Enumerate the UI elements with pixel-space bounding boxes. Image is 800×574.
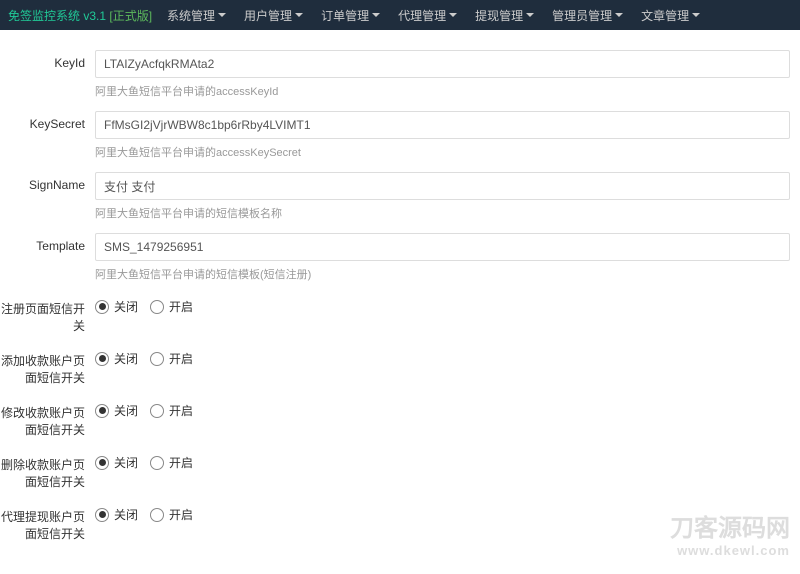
radio-icon (95, 300, 109, 314)
radio-icon (150, 300, 164, 314)
chevron-down-icon (526, 13, 534, 17)
navbar-brand: 免签监控系统 v3.1 [正式版] (8, 7, 152, 24)
brand-text: 免签监控系统 v3.1 (8, 9, 109, 23)
label-add-account-sms: 添加收款账户页面短信开关 (0, 346, 95, 386)
radio-modify-off[interactable]: 关闭 (95, 402, 138, 419)
help-signname: 阿里大鱼短信平台申请的短信模板名称 (95, 205, 790, 221)
nav-withdraw-manage[interactable]: 提现管理 (475, 7, 534, 24)
watermark-url: www.dkewl.com (670, 543, 790, 559)
form-group-keysecret: KeySecret 阿里大鱼短信平台申请的accessKeySecret (0, 111, 800, 160)
input-keyid[interactable] (95, 50, 790, 78)
radio-icon (150, 508, 164, 522)
chevron-down-icon (295, 13, 303, 17)
label-delete-account-sms: 删除收款账户页面短信开关 (0, 450, 95, 490)
radio-icon (150, 456, 164, 470)
watermark: 刀客源码网 www.dkewl.com (670, 515, 790, 559)
watermark-text: 刀客源码网 (670, 515, 790, 544)
radio-add-off[interactable]: 关闭 (95, 350, 138, 367)
nav-agent-manage[interactable]: 代理管理 (398, 7, 457, 24)
nav-admin-manage[interactable]: 管理员管理 (552, 7, 623, 24)
radio-icon (95, 456, 109, 470)
radio-delete-on[interactable]: 开启 (150, 454, 193, 471)
radio-delete-off[interactable]: 关闭 (95, 454, 138, 471)
label-signname: SignName (0, 172, 95, 192)
radio-register-off[interactable]: 关闭 (95, 298, 138, 315)
nav-user-manage[interactable]: 用户管理 (244, 7, 303, 24)
label-modify-account-sms: 修改收款账户页面短信开关 (0, 398, 95, 438)
label-agent-withdraw-sms: 代理提现账户页面短信开关 (0, 502, 95, 542)
form-group-delete-account-sms: 删除收款账户页面短信开关 关闭 开启 (0, 450, 800, 490)
navbar: 免签监控系统 v3.1 [正式版] 系统管理 用户管理 订单管理 代理管理 提现… (0, 0, 800, 30)
nav-order-manage[interactable]: 订单管理 (321, 7, 380, 24)
chevron-down-icon (372, 13, 380, 17)
radio-icon (95, 508, 109, 522)
radio-group-modify-account-sms: 关闭 开启 (95, 398, 790, 419)
label-keysecret: KeySecret (0, 111, 95, 131)
radio-agent-off[interactable]: 关闭 (95, 506, 138, 523)
form-content: KeyId 阿里大鱼短信平台申请的accessKeyId KeySecret 阿… (0, 30, 800, 574)
form-group-register-sms: 注册页面短信开关 关闭 开启 (0, 294, 800, 334)
chevron-down-icon (692, 13, 700, 17)
input-template[interactable] (95, 233, 790, 261)
chevron-down-icon (449, 13, 457, 17)
help-template: 阿里大鱼短信平台申请的短信模板(短信注册) (95, 266, 790, 282)
radio-icon (95, 352, 109, 366)
radio-icon (150, 404, 164, 418)
form-group-add-account-sms: 添加收款账户页面短信开关 关闭 开启 (0, 346, 800, 386)
form-group-template: Template 阿里大鱼短信平台申请的短信模板(短信注册) (0, 233, 800, 282)
brand-badge: [正式版] (109, 9, 152, 23)
radio-group-register-sms: 关闭 开启 (95, 294, 790, 315)
form-group-modify-account-sms: 修改收款账户页面短信开关 关闭 开启 (0, 398, 800, 438)
help-keyid: 阿里大鱼短信平台申请的accessKeyId (95, 83, 790, 99)
input-signname[interactable] (95, 172, 790, 200)
radio-agent-on[interactable]: 开启 (150, 506, 193, 523)
radio-group-add-account-sms: 关闭 开启 (95, 346, 790, 367)
help-keysecret: 阿里大鱼短信平台申请的accessKeySecret (95, 144, 790, 160)
radio-register-on[interactable]: 开启 (150, 298, 193, 315)
radio-icon (150, 352, 164, 366)
radio-icon (95, 404, 109, 418)
form-group-signname: SignName 阿里大鱼短信平台申请的短信模板名称 (0, 172, 800, 221)
nav-system-manage[interactable]: 系统管理 (167, 7, 226, 24)
label-register-sms: 注册页面短信开关 (0, 294, 95, 334)
form-group-keyid: KeyId 阿里大鱼短信平台申请的accessKeyId (0, 50, 800, 99)
nav-article-manage[interactable]: 文章管理 (641, 7, 700, 24)
radio-modify-on[interactable]: 开启 (150, 402, 193, 419)
radio-group-delete-account-sms: 关闭 开启 (95, 450, 790, 471)
label-keyid: KeyId (0, 50, 95, 70)
label-template: Template (0, 233, 95, 253)
radio-add-on[interactable]: 开启 (150, 350, 193, 367)
input-keysecret[interactable] (95, 111, 790, 139)
chevron-down-icon (218, 13, 226, 17)
chevron-down-icon (615, 13, 623, 17)
